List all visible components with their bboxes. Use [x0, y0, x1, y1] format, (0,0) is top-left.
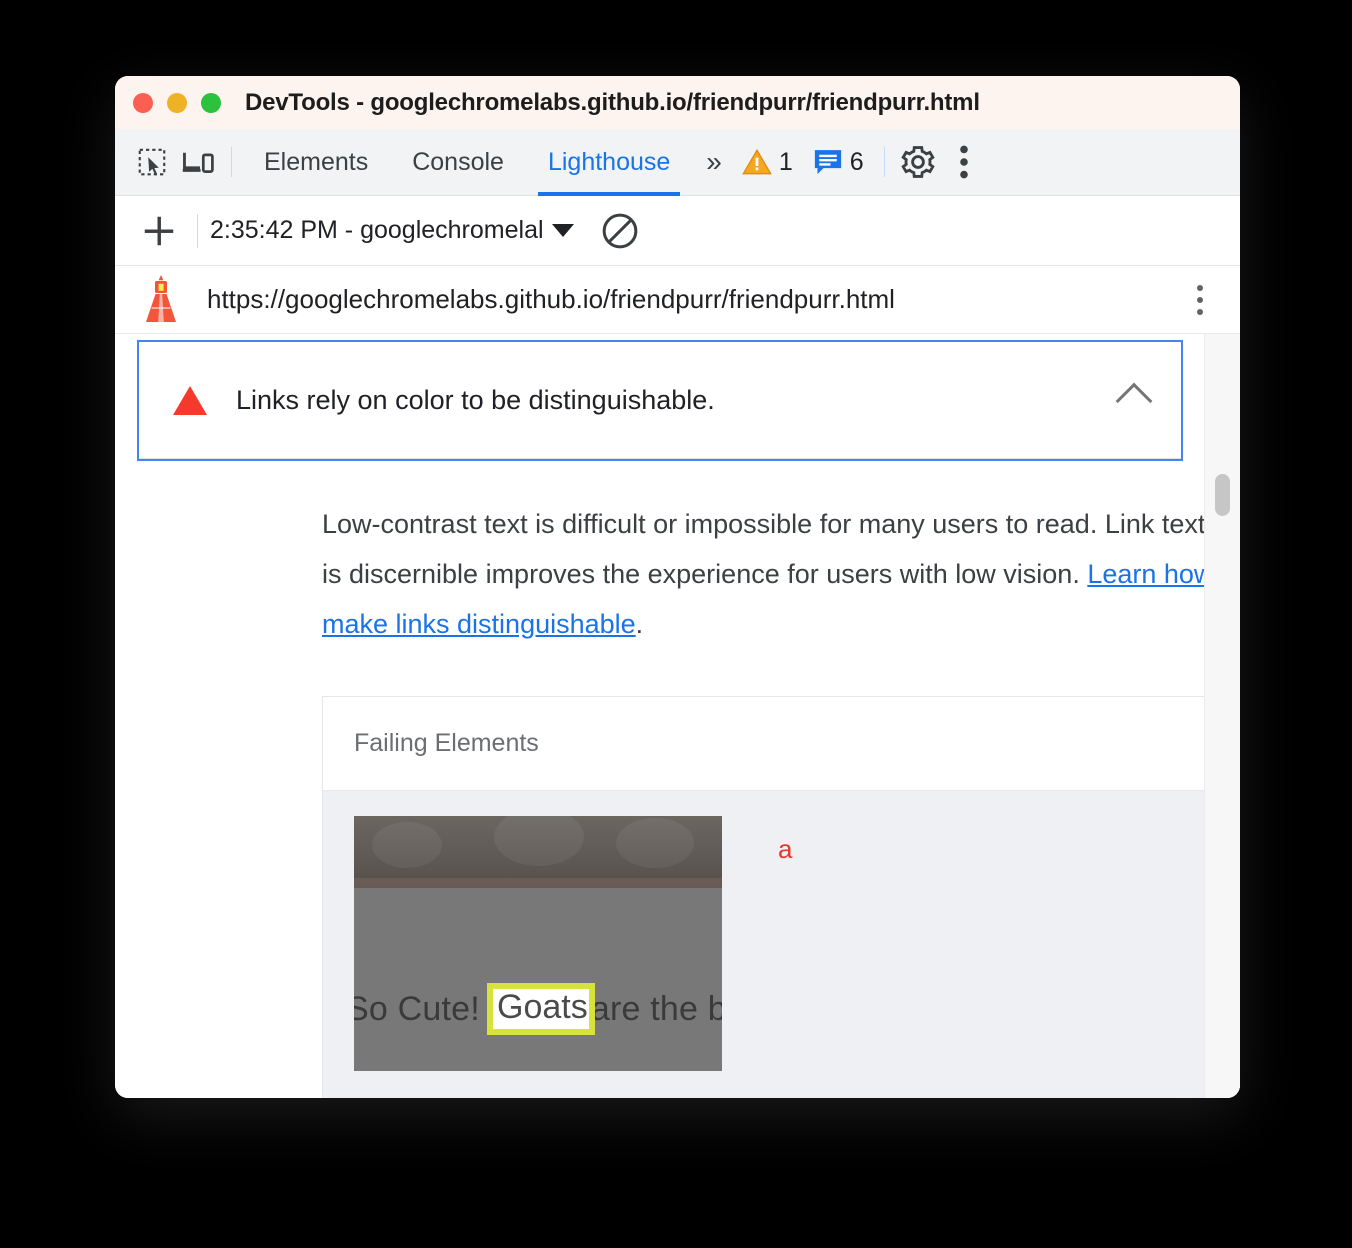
failing-elements-table: Failing Elements So Cute! are the b Goat…	[322, 696, 1240, 1098]
audit-title: Links rely on color to be distinguishabl…	[236, 385, 715, 415]
subbar-divider	[197, 213, 198, 248]
window-title: DevTools - googlechromelabs.github.io/fr…	[245, 88, 980, 116]
warning-count: 1	[778, 147, 793, 176]
toolbar-divider	[231, 147, 232, 177]
report-scroll-content: Links rely on color to be distinguishabl…	[115, 334, 1240, 1098]
devtools-tabstrip: Elements Console Lighthouse » 1 6	[115, 129, 1240, 196]
element-screenshot-thumbnail[interactable]: So Cute! Goats are the b Goats	[354, 816, 722, 1071]
kebab-menu-icon[interactable]	[941, 139, 987, 185]
column-header-failing-elements: Failing Elements	[354, 729, 539, 757]
message-count: 6	[849, 147, 864, 176]
report-url-row: https://googlechromelabs.github.io/frien…	[115, 266, 1240, 334]
dot	[1197, 308, 1203, 315]
window-titlebar: DevTools - googlechromelabs.github.io/fr…	[115, 76, 1240, 129]
audit-run-select[interactable]: 2:35:42 PM - googlechromelal	[210, 216, 574, 245]
dot	[1197, 284, 1203, 291]
page-area: So Cute! Goats are the b Goats	[354, 888, 722, 1071]
screenshot-stage: DevTools - googlechromelabs.github.io/fr…	[0, 0, 1352, 1248]
report-menu-icon[interactable]	[1178, 274, 1222, 326]
report-scrollbar-track[interactable]	[1204, 334, 1240, 1098]
element-highlight-box: Goats	[487, 983, 595, 1035]
selector-cell: a	[778, 816, 1240, 865]
tab-elements[interactable]: Elements	[242, 129, 390, 196]
audit-run-label: 2:35:42 PM - googlechromelal	[210, 216, 544, 244]
table-body: So Cute! Goats are the b Goats a	[323, 791, 1240, 1098]
close-window-button[interactable]	[133, 92, 153, 113]
warning-triangle-icon	[742, 149, 772, 175]
audit-description: Low-contrast text is difficult or imposs…	[322, 499, 1240, 649]
lighthouse-report-body: Links rely on color to be distinguishabl…	[115, 334, 1240, 1098]
maximize-window-button[interactable]	[201, 92, 221, 113]
table-header-row: Failing Elements	[323, 697, 1240, 791]
highlighted-element-text: Goats	[497, 988, 588, 1026]
device-toolbar-icon[interactable]	[175, 139, 221, 185]
message-bubble-icon	[814, 150, 841, 174]
audit-header-links-rely-on-color[interactable]: Links rely on color to be distinguishabl…	[137, 340, 1183, 461]
element-selector: a	[778, 834, 793, 864]
photo-blob	[494, 816, 584, 866]
lighthouse-toolbar: 2:35:42 PM - googlechromelal	[115, 196, 1240, 266]
toolbar-divider-2	[883, 147, 885, 177]
audit-description-text-after: .	[635, 609, 644, 639]
photo-blob	[372, 822, 442, 868]
fail-triangle-icon	[173, 386, 207, 415]
tab-console[interactable]: Console	[390, 129, 526, 196]
report-scrollbar-thumb[interactable]	[1215, 474, 1230, 516]
traffic-light-group	[133, 92, 221, 113]
inspect-element-icon[interactable]	[129, 139, 175, 185]
lighthouse-icon	[139, 274, 185, 326]
chevron-down-icon	[551, 224, 574, 237]
warning-counter[interactable]: 1	[732, 148, 803, 177]
photo-band	[354, 816, 722, 888]
chevron-up-icon[interactable]	[1115, 382, 1153, 419]
photo-blob	[616, 818, 694, 868]
minimize-window-button[interactable]	[167, 92, 187, 113]
dot	[1197, 296, 1203, 303]
more-tabs-icon[interactable]: »	[692, 146, 732, 178]
message-counter[interactable]: 6	[803, 148, 874, 177]
gear-icon[interactable]	[895, 139, 941, 185]
new-audit-button[interactable]	[133, 205, 185, 257]
clear-audits-button[interactable]	[594, 205, 646, 257]
table-row: So Cute! Goats are the b Goats a	[323, 816, 1240, 1071]
devtools-window: DevTools - googlechromelabs.github.io/fr…	[115, 76, 1240, 1098]
tab-lighthouse[interactable]: Lighthouse	[526, 129, 692, 196]
audited-url: https://googlechromelabs.github.io/frien…	[207, 284, 895, 314]
